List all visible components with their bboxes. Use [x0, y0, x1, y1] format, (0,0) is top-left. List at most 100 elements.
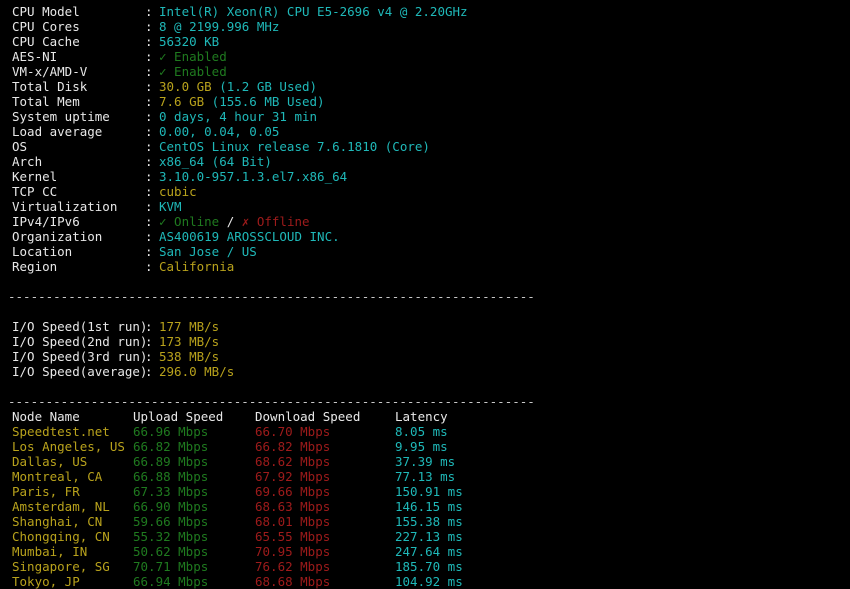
- info-row-os: OS: CentOS Linux release 7.6.1810 (Core): [0, 139, 850, 154]
- info-value-used: (1.2 GB Used): [211, 79, 318, 94]
- cell-latency: 185.70 ms: [395, 559, 463, 574]
- table-row: Amsterdam, NL 66.90 Mbps 68.63 Mbps 146.15 …: [0, 499, 850, 514]
- io-speed-block: I/O Speed(1st run): 177 MB/s I/O Speed(2n…: [0, 319, 850, 379]
- info-row-region: Region: California: [0, 259, 850, 274]
- spacer-before-io: [0, 304, 850, 319]
- cell-node-name: Paris, FR: [12, 484, 80, 499]
- info-colon: :: [145, 169, 153, 184]
- info-row-cpu-model: CPU Model: Intel(R) Xeon(R) CPU E5-2696 v…: [0, 4, 850, 19]
- cell-latency: 146.15 ms: [395, 499, 463, 514]
- cell-upload-speed: 59.66 Mbps: [133, 514, 209, 529]
- cell-upload-speed: 66.82 Mbps: [133, 439, 209, 454]
- speedtest-table-header: Node Name Upload Speed Download Speed Laten…: [0, 409, 850, 424]
- info-row-aes-ni: AES-NI: ✓ Enabled: [0, 49, 850, 64]
- io-label: I/O Speed(average): [12, 364, 148, 379]
- info-value: KVM: [159, 199, 182, 214]
- cell-upload-speed: 66.94 Mbps: [133, 574, 209, 589]
- cell-download-speed: 68.68 Mbps: [255, 574, 331, 589]
- io-label: I/O Speed(2nd run): [12, 334, 148, 349]
- info-label: CPU Cache: [12, 34, 80, 49]
- info-value: 8 @ 2199.996 MHz: [159, 19, 280, 34]
- info-colon: :: [145, 214, 153, 229]
- ipv4-status-online: ✓ Online: [159, 214, 220, 229]
- info-colon: :: [145, 154, 153, 169]
- cell-upload-speed: 55.32 Mbps: [133, 529, 209, 544]
- table-row: Dallas, US 66.89 Mbps 68.62 Mbps 37.39 ms: [0, 454, 850, 469]
- cell-node-name: Speedtest.net: [12, 424, 110, 439]
- cell-node-name: Mumbai, IN: [12, 544, 88, 559]
- info-colon: :: [145, 19, 153, 34]
- spacer-after-system-info: [0, 274, 850, 289]
- info-row-kernel: Kernel:3.10.0-957.1.3.el7.x86_64: [0, 169, 850, 184]
- info-value: 7.6 GB: [159, 94, 205, 109]
- info-label: Total Mem: [12, 94, 80, 109]
- info-label: Region: [12, 259, 58, 274]
- info-value: CentOS Linux release 7.6.1810 (Core): [159, 139, 430, 154]
- info-value: California: [159, 259, 235, 274]
- separator-line-top: ----------------------------------------…: [8, 289, 535, 304]
- table-row: Singapore, SG 70.71 Mbps 76.62 Mbps 185.70 …: [0, 559, 850, 574]
- info-value: 0 days, 4 hour 31 min: [159, 109, 318, 124]
- cell-latency: 150.91 ms: [395, 484, 463, 499]
- info-colon: :: [145, 244, 153, 259]
- table-row: Chongqing, CN 55.32 Mbps 65.55 Mbps 227.13 …: [0, 529, 850, 544]
- io-value: 173 MB/s: [159, 334, 220, 349]
- info-row-total-mem: Total Mem:7.6 GB (155.6 MB Used): [0, 94, 850, 109]
- terminal-window: CPU Model: Intel(R) Xeon(R) CPU E5-2696 v…: [0, 0, 850, 589]
- cell-upload-speed: 70.71 Mbps: [133, 559, 209, 574]
- cell-download-speed: 69.66 Mbps: [255, 484, 331, 499]
- cell-download-speed: 67.92 Mbps: [255, 469, 331, 484]
- info-row-tcp-cc: TCP CC: cubic: [0, 184, 850, 199]
- table-row: Mumbai, IN 50.62 Mbps 70.95 Mbps 247.64 ms: [0, 544, 850, 559]
- io-colon: :: [145, 349, 153, 364]
- info-colon: :: [145, 109, 153, 124]
- info-value: 30.0 GB: [159, 79, 212, 94]
- info-value: 56320 KB: [159, 34, 220, 49]
- info-label: Virtualization: [12, 199, 118, 214]
- info-colon: :: [145, 259, 153, 274]
- io-label: I/O Speed(3rd run): [12, 349, 148, 364]
- info-colon: :: [145, 34, 153, 49]
- info-label: VM-x/AMD-V: [12, 64, 88, 79]
- info-label: Arch: [12, 154, 43, 169]
- io-colon: :: [145, 334, 153, 349]
- info-row-total-disk: Total Disk:30.0 GB (1.2 GB Used): [0, 79, 850, 94]
- io-value: 177 MB/s: [159, 319, 220, 334]
- info-value-enabled: ✓ Enabled: [159, 49, 227, 64]
- info-row-cpu-cores: CPU Cores:8 @ 2199.996 MHz: [0, 19, 850, 34]
- info-value: x86_64 (64 Bit): [159, 154, 272, 169]
- io-value: 538 MB/s: [159, 349, 220, 364]
- info-label: Location: [12, 244, 73, 259]
- info-value: 3.10.0-957.1.3.el7.x86_64: [159, 169, 348, 184]
- info-row-arch: Arch: x86_64 (64 Bit): [0, 154, 850, 169]
- cell-download-speed: 70.95 Mbps: [255, 544, 331, 559]
- cell-upload-speed: 50.62 Mbps: [133, 544, 209, 559]
- cell-download-speed: 76.62 Mbps: [255, 559, 331, 574]
- cell-upload-speed: 66.90 Mbps: [133, 499, 209, 514]
- table-row: Los Angeles, US 66.82 Mbps 66.82 Mbps 9.95 …: [0, 439, 850, 454]
- cell-latency: 37.39 ms: [395, 454, 456, 469]
- speedtest-table: Node Name Upload Speed Download Speed Laten…: [0, 409, 850, 589]
- info-label: Load average: [12, 124, 103, 139]
- info-colon: :: [145, 139, 153, 154]
- info-value-enabled: ✓ Enabled: [159, 64, 227, 79]
- info-row-system-uptime: System uptime:0 days, 4 hour 31 min: [0, 109, 850, 124]
- info-row-vmx-amdv: VM-x/AMD-V: ✓ Enabled: [0, 64, 850, 79]
- info-row-location: Location: San Jose / US: [0, 244, 850, 259]
- info-colon: :: [145, 124, 153, 139]
- info-colon: :: [145, 184, 153, 199]
- io-row-2nd-run: I/O Speed(2nd run): 173 MB/s: [0, 334, 850, 349]
- table-row: Paris, FR 67.33 Mbps 69.66 Mbps 150.91 ms: [0, 484, 850, 499]
- info-label: CPU Cores: [12, 19, 80, 34]
- info-label: IPv4/IPv6: [12, 214, 80, 229]
- io-row-3rd-run: I/O Speed(3rd run): 538 MB/s: [0, 349, 850, 364]
- cell-node-name: Montreal, CA: [12, 469, 103, 484]
- cell-node-name: Shanghai, CN: [12, 514, 103, 529]
- info-row-cpu-cache: CPU Cache:56320 KB: [0, 34, 850, 49]
- info-row-ipv4-ipv6: IPv4/IPv6: ✓ Online / ✗ Offline: [0, 214, 850, 229]
- info-colon: :: [145, 229, 153, 244]
- table-row: Montreal, CA 66.88 Mbps 67.92 Mbps 77.13 ms: [0, 469, 850, 484]
- cell-node-name: Dallas, US: [12, 454, 88, 469]
- spacer-after-io: [0, 379, 850, 394]
- cell-download-speed: 66.82 Mbps: [255, 439, 331, 454]
